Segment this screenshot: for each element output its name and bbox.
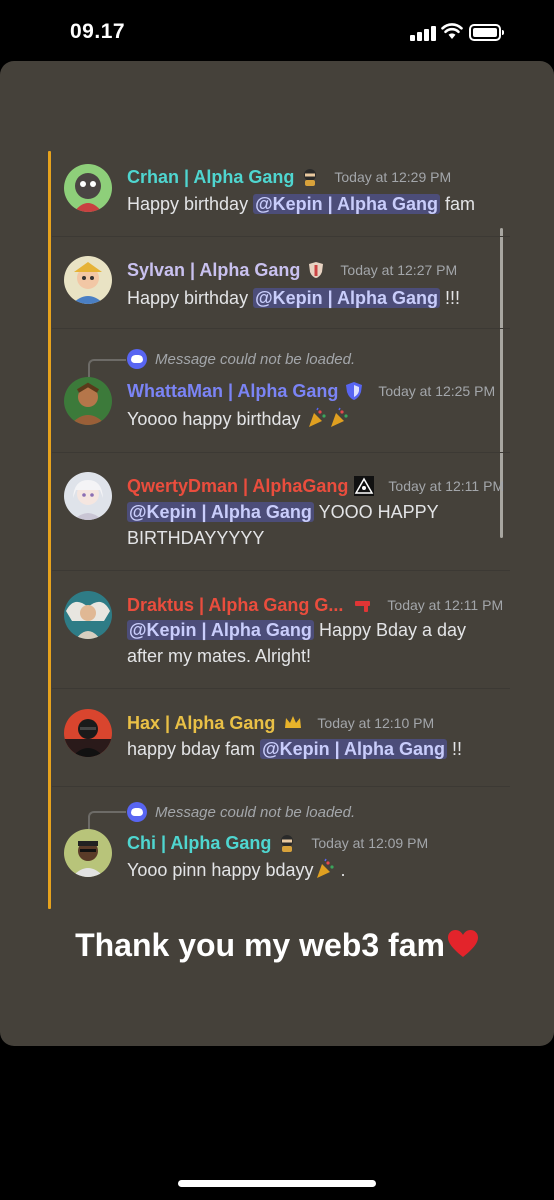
- discord-icon: [127, 802, 147, 822]
- story-caption[interactable]: Thank you my web3 fam: [0, 927, 554, 964]
- user-mention[interactable]: @Kepin | Alpha Gang: [127, 502, 314, 522]
- username[interactable]: Draktus | Alpha Gang G...: [127, 595, 343, 616]
- timestamp: Today at 12:25 PM: [378, 383, 496, 399]
- discord-icon: [127, 349, 147, 369]
- party-popper-emoji-icon: [308, 407, 326, 427]
- message-header: WhattaMan | Alpha Gang Today at 12:25 PM: [127, 380, 495, 402]
- battery-icon: [469, 24, 504, 41]
- avatar[interactable]: [64, 591, 112, 639]
- username[interactable]: QwertyDman | AlphaGang: [127, 476, 348, 497]
- avatar[interactable]: [64, 377, 112, 425]
- avatar[interactable]: [64, 256, 112, 304]
- avatar[interactable]: [64, 709, 112, 757]
- thread-highlight-bar: [48, 151, 51, 909]
- reply-reference[interactable]: Message could not be loaded.: [127, 802, 355, 822]
- chat-message[interactable]: Message could not be loaded. Chi | Alpha…: [52, 787, 510, 911]
- crown-emoji-icon: [283, 713, 303, 733]
- reply-reference-text: Message could not be loaded.: [155, 350, 356, 368]
- username[interactable]: Sylvan | Alpha Gang: [127, 260, 300, 281]
- username[interactable]: Chi | Alpha Gang: [127, 833, 271, 854]
- chat-message[interactable]: Crhan | Alpha Gang Today at 12:29 PM Hap…: [52, 153, 510, 237]
- message-text: Happy birthday @Kepin | Alpha Gang fam: [127, 194, 476, 214]
- cellular-signal-icon: [410, 25, 436, 41]
- message-text: @Kepin | Alpha Gang YOOO HAPPY BIRTHDAYYY…: [127, 502, 439, 548]
- wifi-icon: [441, 22, 463, 40]
- message-text: @Kepin | Alpha Gang Happy Bday a day afte…: [127, 620, 467, 666]
- avatar[interactable]: [64, 164, 112, 212]
- message-header: Chi | Alpha Gang Today at 12:09 PM: [127, 832, 428, 854]
- reply-connector: [88, 811, 126, 829]
- user-mention[interactable]: @Kepin | Alpha Gang: [127, 620, 314, 640]
- reply-connector: [88, 359, 126, 377]
- reply-reference-text: Message could not be loaded.: [155, 803, 356, 821]
- blue-shield-icon: [344, 381, 364, 401]
- avatar[interactable]: [64, 829, 112, 877]
- user-mention[interactable]: @Kepin | Alpha Gang: [260, 739, 448, 759]
- timestamp: Today at 12:29 PM: [334, 169, 452, 185]
- home-indicator[interactable]: [178, 1180, 376, 1187]
- avatar[interactable]: [64, 472, 112, 520]
- chat-message[interactable]: Hax | Alpha Gang Today at 12:10 PM happy…: [52, 689, 510, 787]
- party-popper-emoji-icon: [316, 858, 334, 878]
- message-header: Hax | Alpha Gang Today at 12:10 PM: [127, 712, 434, 734]
- story-card: Crhan | Alpha Gang Today at 12:29 PM Hap…: [0, 61, 554, 1046]
- chat-message[interactable]: Draktus | Alpha Gang G... Today at 12:11…: [52, 571, 510, 689]
- timestamp: Today at 12:10 PM: [317, 715, 435, 731]
- timestamp: Today at 12:27 PM: [340, 262, 458, 278]
- message-header: QwertyDman | AlphaGang Today at 12:11 PM: [127, 475, 504, 497]
- timestamp: Today at 12:09 PM: [311, 835, 429, 851]
- shield-badge-emoji-icon: [306, 260, 326, 280]
- message-text: Yoooo happy birthday: [127, 406, 507, 432]
- ninja-emoji-icon: [277, 833, 297, 853]
- status-time: 09.17: [70, 20, 126, 43]
- timestamp: Today at 12:11 PM: [387, 597, 504, 613]
- timestamp: Today at 12:11 PM: [388, 478, 505, 494]
- party-popper-emoji-icon: [330, 407, 348, 427]
- user-mention[interactable]: @Kepin | Alpha Gang: [253, 288, 441, 308]
- chat-message[interactable]: Sylvan | Alpha Gang Today at 12:27 PM Ha…: [52, 237, 510, 329]
- pistol-emoji-icon: [353, 595, 373, 615]
- username[interactable]: WhattaMan | Alpha Gang: [127, 381, 338, 402]
- reply-reference[interactable]: Message could not be loaded.: [127, 349, 355, 369]
- chat-message[interactable]: QwertyDman | AlphaGang Today at 12:11 PM…: [52, 453, 510, 571]
- eye-triangle-icon: [354, 476, 375, 496]
- message-text: Happy birthday @Kepin | Alpha Gang !!!: [127, 288, 461, 308]
- user-mention[interactable]: @Kepin | Alpha Gang: [253, 194, 441, 214]
- ninja-emoji-icon: [300, 167, 320, 187]
- message-header: Crhan | Alpha Gang Today at 12:29 PM: [127, 166, 451, 188]
- red-heart-emoji-icon: [447, 930, 478, 957]
- username[interactable]: Crhan | Alpha Gang: [127, 167, 294, 188]
- status-bar: 09.17: [0, 0, 554, 62]
- message-text: Yooo pinn happy bdayy .: [127, 858, 346, 880]
- message-text: happy bday fam @Kepin | Alpha Gang !!: [127, 739, 463, 759]
- chat-message[interactable]: Message could not be loaded. WhattaMan |…: [52, 329, 510, 453]
- username[interactable]: Hax | Alpha Gang: [127, 713, 275, 734]
- message-header: Draktus | Alpha Gang G... Today at 12:11…: [127, 594, 503, 616]
- message-header: Sylvan | Alpha Gang Today at 12:27 PM: [127, 259, 457, 281]
